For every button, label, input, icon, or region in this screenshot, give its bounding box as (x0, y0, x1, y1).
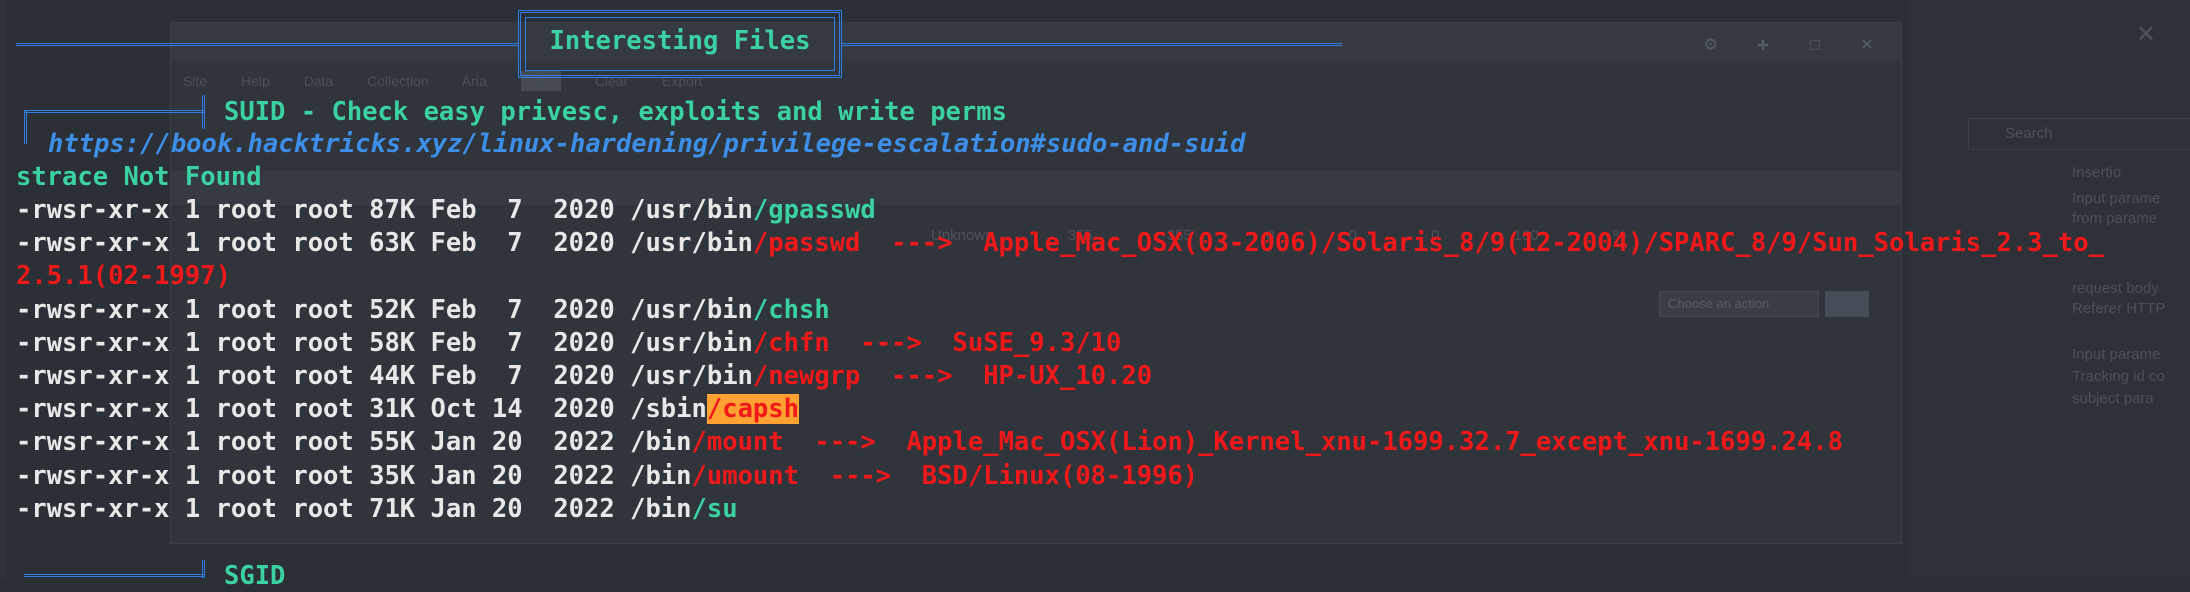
banner-rule-right (842, 43, 1342, 46)
file-name: /chfn (752, 327, 830, 358)
file-row: -rwsr-xr-x 1 root root 52K Feb 7 2020 /u… (16, 294, 830, 326)
file-meta: -rwsr-xr-x 1 root root 31K Oct 14 2020 /… (16, 394, 707, 425)
file-row: -rwsr-xr-x 1 root root 44K Feb 7 2020 /u… (16, 360, 1152, 392)
section-link[interactable]: https://book.hacktricks.xyz/linux-harden… (48, 128, 1245, 160)
file-row: -rwsr-xr-x 1 root root 87K Feb 7 2020 /u… (16, 194, 876, 226)
terminal-output[interactable]: Interesting Files SUID - Check easy priv… (0, 0, 2190, 591)
file-row: -rwsr-xr-x 1 root root 71K Jan 20 2022 /… (16, 493, 738, 525)
banner-rule-left (16, 43, 518, 46)
status-line: strace Not Found (16, 162, 262, 192)
exploit-label: ---> SuSE_9.3/10 (829, 327, 1122, 358)
file-name: /passwd (752, 228, 861, 259)
exploit-label: ---> BSD/Linux(08-1996) (798, 460, 1199, 491)
file-name: /su (691, 493, 738, 524)
section-title: SUID - Check easy privesc, exploits and … (224, 97, 1007, 127)
file-name: /umount (691, 460, 799, 491)
section-rule (24, 110, 204, 113)
file-row: -rwsr-xr-x 1 root root 31K Oct 14 2020 /… (16, 393, 799, 425)
file-name: /chsh (752, 294, 830, 325)
file-name: /mount (691, 427, 784, 458)
file-meta: -rwsr-xr-x 1 root root 58K Feb 7 2020 /u… (16, 327, 753, 358)
banner-title: Interesting Files (549, 26, 811, 56)
file-name: /capsh (706, 394, 799, 425)
file-name: /newgrp (752, 361, 861, 391)
file-row: -rwsr-xr-x 1 root root 63K Feb 7 2020 /u… (16, 227, 2104, 259)
file-meta: -rwsr-xr-x 1 root root 44K Feb 7 2020 /u… (16, 361, 753, 391)
exploit-label: ---> Apple_Mac_OSX(Lion)_Kernel_xnu-1699… (783, 427, 1843, 458)
exploit-label-continued: 2.5.1(02-1997) (16, 261, 231, 292)
file-meta: -rwsr-xr-x 1 root root 87K Feb 7 2020 /u… (16, 195, 753, 225)
sgid-title: SGID (224, 561, 286, 591)
exploit-label: ---> Apple_Mac_OSX(03-2006)/Solaris_8/9(… (860, 228, 2104, 259)
section-bracket-left (24, 110, 27, 144)
file-name: /gpasswd (752, 195, 876, 225)
file-meta: -rwsr-xr-x 1 root root 71K Jan 20 2022 /… (16, 493, 692, 524)
exploit-label: ---> HP-UX_10.20 (860, 361, 1153, 391)
file-row: -rwsr-xr-x 1 root root 55K Jan 20 2022 /… (16, 426, 1843, 458)
sgid-rule (24, 574, 204, 577)
file-meta: -rwsr-xr-x 1 root root 63K Feb 7 2020 /u… (16, 228, 753, 259)
file-meta: -rwsr-xr-x 1 root root 55K Jan 20 2022 /… (16, 427, 692, 458)
file-meta: -rwsr-xr-x 1 root root 52K Feb 7 2020 /u… (16, 294, 753, 325)
file-row: -rwsr-xr-x 1 root root 35K Jan 20 2022 /… (16, 460, 1198, 492)
file-row: -rwsr-xr-x 1 root root 58K Feb 7 2020 /u… (16, 327, 1121, 359)
file-meta: -rwsr-xr-x 1 root root 35K Jan 20 2022 /… (16, 460, 692, 491)
